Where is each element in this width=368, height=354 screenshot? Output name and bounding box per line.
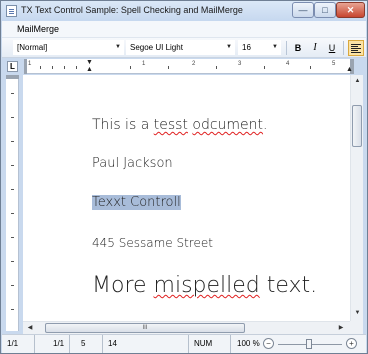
doc-text: More bbox=[92, 273, 154, 298]
ruler-tick bbox=[168, 66, 169, 69]
maximize-button[interactable]: □ bbox=[314, 2, 336, 18]
status-page: 1/1 bbox=[2, 335, 35, 353]
doc-text: This is a bbox=[92, 117, 154, 133]
ruler-number: 3 bbox=[238, 61, 242, 67]
align-left-icon bbox=[351, 44, 361, 53]
ruler-tick bbox=[11, 309, 14, 310]
scroll-down-arrow-icon[interactable]: ▼ bbox=[351, 310, 364, 316]
selected-text[interactable]: Texxt Controll bbox=[92, 195, 181, 210]
ruler-tick bbox=[11, 117, 14, 118]
document-editor[interactable]: This is a tesst odcument. Paul Jackson T… bbox=[23, 75, 350, 321]
status-line: 5 bbox=[70, 335, 103, 353]
ruler-number: 4 bbox=[286, 61, 290, 67]
ruler-tick bbox=[264, 66, 265, 69]
doc-line-5: More mispelled text. bbox=[92, 273, 317, 298]
ruler-number: 1 bbox=[142, 61, 146, 67]
ruler-number: 2 bbox=[192, 61, 196, 67]
spelling-error[interactable]: odcument bbox=[192, 117, 263, 133]
scroll-up-arrow-icon[interactable]: ▲ bbox=[351, 78, 364, 84]
status-section: 1/1 bbox=[35, 335, 70, 353]
ruler-tick bbox=[11, 237, 14, 238]
menu-item-mailmerge[interactable]: MailMerge bbox=[17, 24, 59, 34]
vertical-scrollbar[interactable]: ▲ ▼ bbox=[350, 75, 363, 321]
style-select-value: [Normal] bbox=[17, 43, 48, 52]
doc-line-1: This is a tesst odcument. bbox=[92, 117, 267, 133]
font-select[interactable]: Segoe UI Light ▼ bbox=[126, 40, 235, 55]
first-line-indent-marker[interactable]: ▼ bbox=[86, 59, 93, 66]
horizontal-scrollbar[interactable]: ◀ III ▶ bbox=[23, 321, 350, 334]
toolbar-separator bbox=[343, 41, 344, 55]
horizontal-ruler[interactable]: 1 1 2 3 4 5 ▼ ▲ ▲ bbox=[24, 59, 354, 74]
italic-button[interactable]: I bbox=[307, 40, 323, 56]
ruler-tick bbox=[11, 285, 14, 286]
scroll-grip-icon: III bbox=[142, 325, 148, 331]
bold-button[interactable]: B bbox=[290, 40, 306, 56]
doc-line-4: 445 Sessame Street bbox=[92, 236, 213, 250]
ruler-tick bbox=[130, 66, 131, 69]
status-num-lock: NUM bbox=[189, 335, 231, 353]
chevron-down-icon: ▼ bbox=[226, 44, 232, 50]
scroll-left-arrow-icon[interactable]: ◀ bbox=[25, 324, 35, 331]
left-indent-marker[interactable]: ▲ bbox=[86, 66, 93, 73]
zoom-slider-thumb[interactable] bbox=[306, 339, 312, 349]
doc-text: text. bbox=[259, 273, 318, 298]
minimize-button[interactable]: — bbox=[292, 2, 314, 18]
app-window: TX Text Control Sample: Spell Checking a… bbox=[0, 0, 368, 354]
underline-button[interactable]: U bbox=[324, 40, 340, 56]
ruler-tick bbox=[11, 189, 14, 190]
scrollbar-corner bbox=[350, 321, 363, 334]
right-indent-marker[interactable]: ▲ bbox=[346, 66, 353, 73]
scroll-right-arrow-icon[interactable]: ▶ bbox=[336, 324, 346, 331]
zoom-out-button[interactable]: − bbox=[263, 338, 274, 349]
toolbar-separator bbox=[286, 41, 287, 55]
ruler-tick bbox=[11, 165, 14, 166]
zoom-in-button[interactable]: + bbox=[346, 338, 357, 349]
ruler-number: 1 bbox=[28, 61, 32, 67]
horizontal-scroll-thumb[interactable]: III bbox=[45, 323, 245, 333]
format-toolbar: [Normal] ▼ Segoe UI Light ▼ 16 ▼ B I U bbox=[2, 38, 366, 58]
spelling-error[interactable]: mispelled bbox=[154, 273, 260, 298]
ruler-tick bbox=[310, 66, 311, 69]
font-size-value: 16 bbox=[242, 43, 251, 52]
status-column: 14 bbox=[103, 335, 189, 353]
tab-type-selector[interactable]: L bbox=[7, 61, 18, 72]
ruler-tick bbox=[52, 66, 53, 69]
ruler-margin-left bbox=[24, 59, 27, 74]
ruler-margin-top bbox=[6, 75, 19, 79]
doc-text: . bbox=[263, 117, 268, 133]
ruler-tick bbox=[40, 66, 41, 69]
window-title: TX Text Control Sample: Spell Checking a… bbox=[21, 5, 243, 15]
ruler-tick bbox=[76, 66, 77, 69]
ruler-tick bbox=[11, 93, 14, 94]
font-size-select[interactable]: 16 ▼ bbox=[238, 40, 281, 55]
app-document-icon bbox=[6, 5, 17, 17]
doc-line-3: Texxt Controll bbox=[92, 195, 181, 210]
status-bar: 1/1 1/1 5 14 NUM 100 % − + bbox=[2, 334, 366, 353]
ruler-tick bbox=[11, 141, 14, 142]
status-zoom-value: 100 % bbox=[237, 339, 260, 348]
style-select[interactable]: [Normal] ▼ bbox=[13, 40, 124, 55]
ruler-number: 5 bbox=[332, 61, 336, 67]
chevron-down-icon: ▼ bbox=[272, 44, 278, 50]
font-select-value: Segoe UI Light bbox=[130, 43, 183, 52]
ruler-tick bbox=[64, 66, 65, 69]
align-left-button[interactable] bbox=[348, 40, 364, 56]
ruler-tick bbox=[11, 213, 14, 214]
menu-bar: MailMerge bbox=[2, 21, 366, 38]
spelling-error[interactable]: tesst bbox=[154, 117, 188, 133]
close-button[interactable]: ✕ bbox=[336, 2, 365, 18]
doc-line-2: Paul Jackson bbox=[92, 156, 173, 171]
ruler-tick bbox=[11, 261, 14, 262]
title-bar[interactable]: TX Text Control Sample: Spell Checking a… bbox=[1, 1, 367, 21]
vertical-ruler[interactable] bbox=[6, 75, 19, 331]
chevron-down-icon: ▼ bbox=[115, 44, 121, 50]
ruler-tick bbox=[216, 66, 217, 69]
vertical-scroll-thumb[interactable] bbox=[352, 105, 362, 147]
